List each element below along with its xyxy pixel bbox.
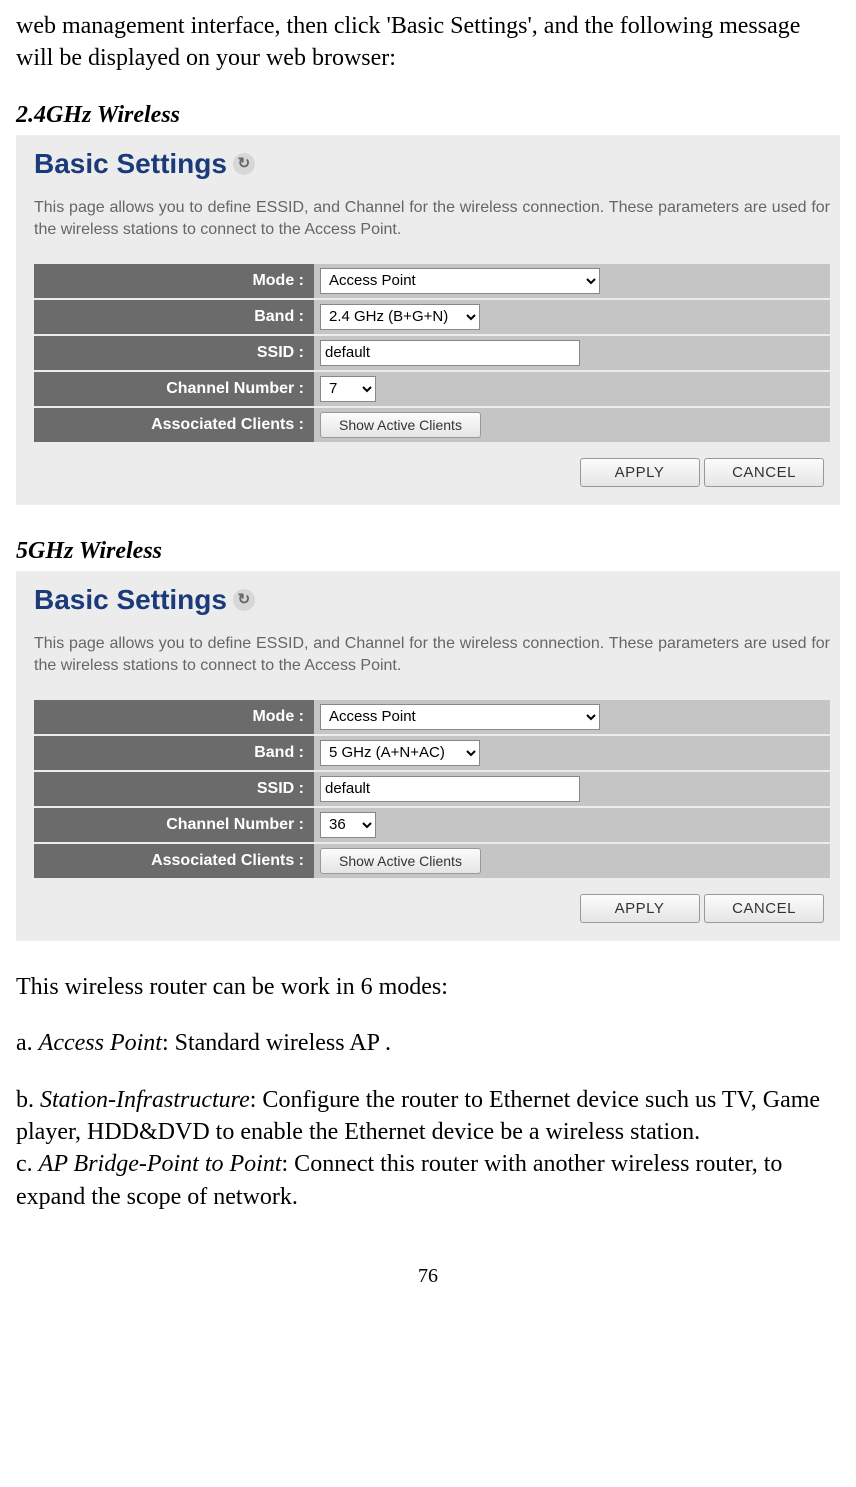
label-channel: Channel Number : [34,371,314,407]
cancel-button[interactable]: CANCEL [704,894,824,923]
mode-a-rest: : Standard wireless AP . [162,1030,391,1056]
label-ssid: SSID : [34,335,314,371]
panel-5ghz: Basic Settings ↻ This page allows you to… [16,571,840,941]
apply-button[interactable]: APPLY [580,894,700,923]
page-number: 76 [16,1263,840,1290]
mode-a-prefix: a. [16,1030,39,1056]
apply-button[interactable]: APPLY [580,458,700,487]
panel-title-text: Basic Settings [34,581,227,619]
refresh-icon[interactable]: ↻ [233,153,255,175]
label-clients: Associated Clients : [34,407,314,443]
panel-title-24ghz: Basic Settings ↻ [34,145,830,183]
label-ssid: SSID : [34,771,314,807]
panel-title-text: Basic Settings [34,145,227,183]
mode-select[interactable]: Access Point [320,704,600,730]
mode-b-label: Station-Infrastructure [40,1087,250,1113]
band-select[interactable]: 5 GHz (A+N+AC) [320,740,480,766]
intro-text: web management interface, then click 'Ba… [16,10,840,75]
mode-a-label: Access Point [39,1030,162,1056]
mode-b: b. Station-Infrastructure: Configure the… [16,1084,840,1149]
channel-select[interactable]: 7 [320,376,376,402]
form-table-5ghz: Mode : Access Point Band : 5 GHz (A+N+AC… [34,700,830,880]
mode-c-label: AP Bridge-Point to Point [39,1151,282,1177]
label-band: Band : [34,299,314,335]
channel-select[interactable]: 36 [320,812,376,838]
label-mode: Mode : [34,700,314,735]
panel-title-5ghz: Basic Settings ↻ [34,581,830,619]
band-select[interactable]: 2.4 GHz (B+G+N) [320,304,480,330]
panel-desc-5ghz: This page allows you to define ESSID, an… [34,633,830,678]
mode-c-prefix: c. [16,1151,39,1177]
mode-a: a. Access Point: Standard wireless AP . [16,1027,840,1059]
section-heading-24ghz: 2.4GHz Wireless [16,99,840,131]
label-clients: Associated Clients : [34,843,314,879]
mode-b-prefix: b. [16,1087,40,1113]
cancel-button[interactable]: CANCEL [704,458,824,487]
label-channel: Channel Number : [34,807,314,843]
show-clients-button[interactable]: Show Active Clients [320,848,481,874]
show-clients-button[interactable]: Show Active Clients [320,412,481,438]
section-heading-5ghz: 5GHz Wireless [16,535,840,567]
modes-intro: This wireless router can be work in 6 mo… [16,971,840,1003]
body-text: This wireless router can be work in 6 mo… [16,971,840,1213]
panel-24ghz: Basic Settings ↻ This page allows you to… [16,135,840,505]
label-mode: Mode : [34,264,314,299]
ssid-input[interactable] [320,340,580,366]
panel-desc-24ghz: This page allows you to define ESSID, an… [34,197,830,242]
ssid-input[interactable] [320,776,580,802]
refresh-icon[interactable]: ↻ [233,589,255,611]
form-table-24ghz: Mode : Access Point Band : 2.4 GHz (B+G+… [34,264,830,444]
label-band: Band : [34,735,314,771]
mode-select[interactable]: Access Point [320,268,600,294]
mode-c: c. AP Bridge-Point to Point: Connect thi… [16,1148,840,1213]
